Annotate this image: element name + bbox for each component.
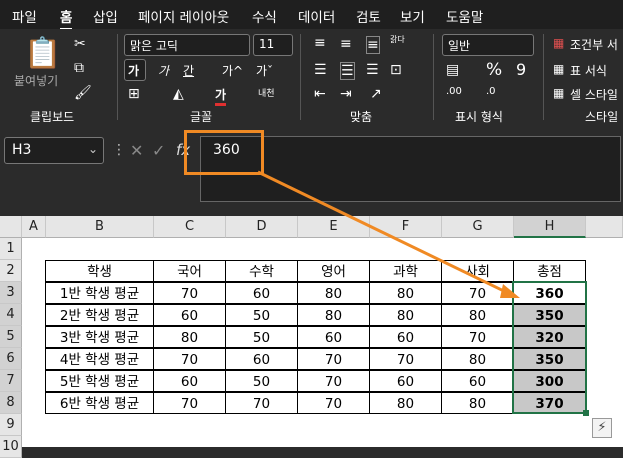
annotation-arrow <box>257 170 520 298</box>
